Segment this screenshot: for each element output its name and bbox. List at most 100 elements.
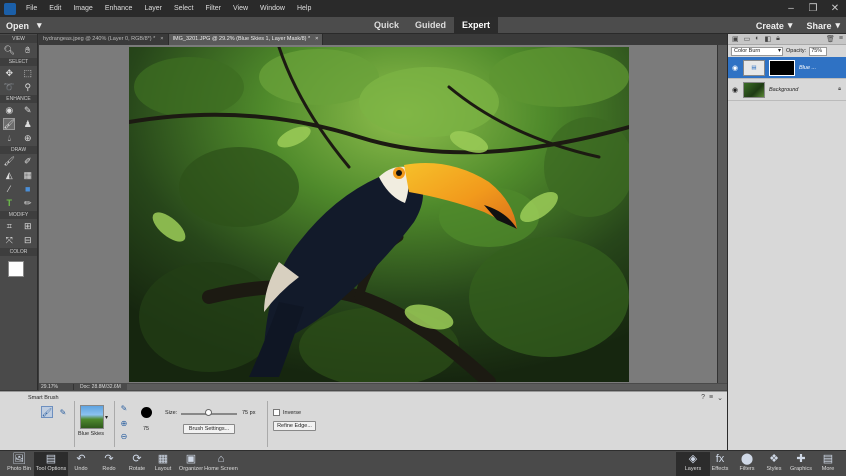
new-layer-icon[interactable]: ▣ — [732, 35, 739, 43]
lasso-tool-icon[interactable]: ➰ — [3, 81, 15, 93]
new-selection-icon[interactable]: ✎ — [118, 402, 130, 414]
close-icon[interactable]: × — [160, 34, 163, 45]
foreground-color-swatch[interactable] — [7, 261, 24, 277]
menu-select[interactable]: Select — [168, 0, 199, 17]
menu-image[interactable]: Image — [67, 0, 98, 17]
menu-help[interactable]: Help — [291, 0, 317, 17]
close-icon[interactable]: ✕ — [824, 0, 846, 17]
adjustment-layer-icon[interactable]: ◐ — [755, 35, 759, 43]
panel-menu-icon[interactable]: ≡ — [839, 35, 843, 43]
shape-tool-icon[interactable]: ■ — [22, 183, 34, 195]
doc-tab-hydrangeas[interactable]: hydrangeas.jpeg @ 240% (Layer 0, RGB/8*)… — [39, 34, 169, 45]
mode-bar: Open ▾ Quick Guided Expert Create ▾ Shar… — [0, 17, 846, 34]
organizer-button[interactable]: ▣ Organizer — [174, 452, 208, 476]
filters-icon: ⬤ — [740, 453, 754, 465]
tab-guided[interactable]: Guided — [407, 17, 454, 34]
zoom-tool-icon[interactable]: 🔍︎ — [3, 44, 15, 56]
trash-icon[interactable]: 🗑︎ — [826, 35, 835, 43]
detail-smart-brush-icon[interactable]: ✎ — [57, 406, 69, 418]
layers-panel-toolbar: ▣ ▭ ◐ ◧ 🔒︎ 🗑︎ ≡ — [728, 34, 846, 45]
lock-icon[interactable]: 🔒︎ — [776, 35, 780, 43]
smart-brush-tool-icon[interactable]: 🖌︎ — [3, 118, 16, 130]
size-slider-knob[interactable] — [205, 409, 212, 416]
spot-healing-tool-icon[interactable]: ✎ — [22, 104, 34, 116]
panel-menu-icon[interactable]: ≡ — [709, 394, 713, 402]
layer-mask-thumbnail[interactable] — [769, 59, 795, 76]
menu-edit[interactable]: Edit — [43, 0, 67, 17]
clone-stamp-tool-icon[interactable]: ♟ — [22, 118, 34, 130]
add-to-selection-icon[interactable]: ⊕ — [118, 417, 130, 429]
visibility-eye-icon[interactable]: ◉ — [731, 64, 739, 72]
blend-mode-select[interactable]: Color Burn — [731, 46, 783, 56]
type-tool-icon[interactable]: T — [3, 197, 15, 209]
tab-quick[interactable]: Quick — [366, 17, 407, 34]
home-screen-button[interactable]: ⌂ Home Screen — [204, 452, 238, 476]
toucan-photo[interactable] — [129, 47, 629, 382]
zoom-level[interactable]: 29.17% — [39, 384, 73, 390]
adjustment-thumbnail: ▤ — [743, 59, 765, 76]
paint-bucket-icon[interactable]: ◭ — [3, 169, 15, 181]
move-tool-icon[interactable]: ✥ — [3, 67, 15, 79]
red-eye-tool-icon[interactable]: ◉ — [3, 104, 15, 116]
menu-enhance[interactable]: Enhance — [99, 0, 139, 17]
visibility-eye-icon[interactable]: ◉ — [731, 86, 739, 94]
photo-bin-button[interactable]: 🖼︎ Photo Bin — [2, 452, 36, 476]
menu-layer[interactable]: Layer — [138, 0, 168, 17]
horizontal-scrollbar[interactable] — [126, 384, 727, 390]
brush-tool-icon[interactable]: 🖌︎ — [3, 155, 15, 167]
chevron-down-icon[interactable]: ⌄ — [717, 394, 723, 402]
gradient-tool-icon[interactable]: ▦ — [22, 169, 34, 181]
inverse-checkbox[interactable] — [273, 409, 280, 416]
marquee-tool-icon[interactable]: ⬚ — [22, 67, 34, 79]
organizer-label: Organizer — [178, 466, 204, 472]
impressionist-brush-icon[interactable]: ✐ — [22, 155, 34, 167]
doc-tab-img-3201[interactable]: IMG_3201.JPG @ 29.2% (Blue Skies 1, Laye… — [168, 34, 324, 45]
chevron-down-icon[interactable]: ▾ — [105, 414, 108, 421]
crop-tool-icon[interactable]: ⌗ — [3, 220, 15, 232]
content-aware-move-icon[interactable]: ⤧ — [3, 234, 15, 246]
restore-icon[interactable]: ❐ — [802, 0, 824, 17]
menu-window[interactable]: Window — [254, 0, 291, 17]
hand-tool-icon[interactable]: ✋︎ — [22, 44, 34, 56]
brush-settings-button[interactable]: Brush Settings... — [183, 424, 235, 434]
tab-expert[interactable]: Expert — [454, 17, 499, 34]
quick-selection-tool-icon[interactable]: ⚲ — [22, 81, 34, 93]
photo-bin-icon: 🖼︎ — [12, 453, 26, 465]
open-button[interactable]: Open ▾ — [6, 19, 42, 32]
blur-tool-icon[interactable]: 💧︎ — [3, 132, 15, 144]
opacity-input[interactable]: 75% — [809, 46, 828, 56]
recompose-tool-icon[interactable]: ⊞ — [22, 220, 34, 232]
styles-label: Styles — [766, 466, 782, 472]
sponge-tool-icon[interactable]: ⊕ — [22, 132, 34, 144]
brush-preview[interactable] — [141, 407, 152, 418]
minimize-icon[interactable]: – — [780, 0, 802, 17]
close-icon[interactable]: × — [315, 34, 318, 45]
layer-row-background[interactable]: ◉ Background 🔒︎ — [728, 79, 846, 101]
straighten-tool-icon[interactable]: ⊟ — [22, 234, 34, 246]
subtract-from-selection-icon[interactable]: ⊖ — [118, 430, 130, 442]
eyedropper-tool-icon[interactable]: ⁄ — [3, 183, 15, 195]
redo-label: Redo — [102, 466, 116, 472]
layer-row-blue-skies[interactable]: ◉ ▤ Blue ... — [728, 57, 846, 79]
inverse-option[interactable]: Inverse — [273, 409, 301, 416]
mask-icon[interactable]: ◧ — [764, 35, 771, 43]
brush-size-number: 75 — [143, 426, 150, 432]
vertical-scrollbar[interactable] — [717, 45, 727, 383]
menu-file[interactable]: File — [20, 0, 43, 17]
layout-label: Layout — [154, 466, 172, 472]
smart-brush-icon[interactable]: 🖌︎ — [41, 406, 53, 418]
preset-thumbnail[interactable] — [80, 405, 104, 429]
share-button[interactable]: Share ▾ — [806, 20, 840, 31]
tool-options-button[interactable]: ▤ Tool Options — [34, 452, 68, 476]
color-swatches[interactable] — [5, 259, 33, 283]
more-button[interactable]: ▤ More — [811, 452, 845, 476]
pencil-tool-icon[interactable]: ✏︎ — [22, 197, 34, 209]
menu-view[interactable]: View — [227, 0, 254, 17]
create-button[interactable]: Create ▾ — [756, 20, 793, 31]
menu-filter[interactable]: Filter — [199, 0, 227, 17]
group-layer-icon[interactable]: ▭ — [744, 35, 751, 43]
background-thumbnail — [743, 81, 765, 98]
canvas-area[interactable] — [39, 45, 717, 383]
refine-edge-button[interactable]: Refine Edge... — [273, 421, 316, 431]
help-icon[interactable]: ? — [701, 394, 705, 402]
